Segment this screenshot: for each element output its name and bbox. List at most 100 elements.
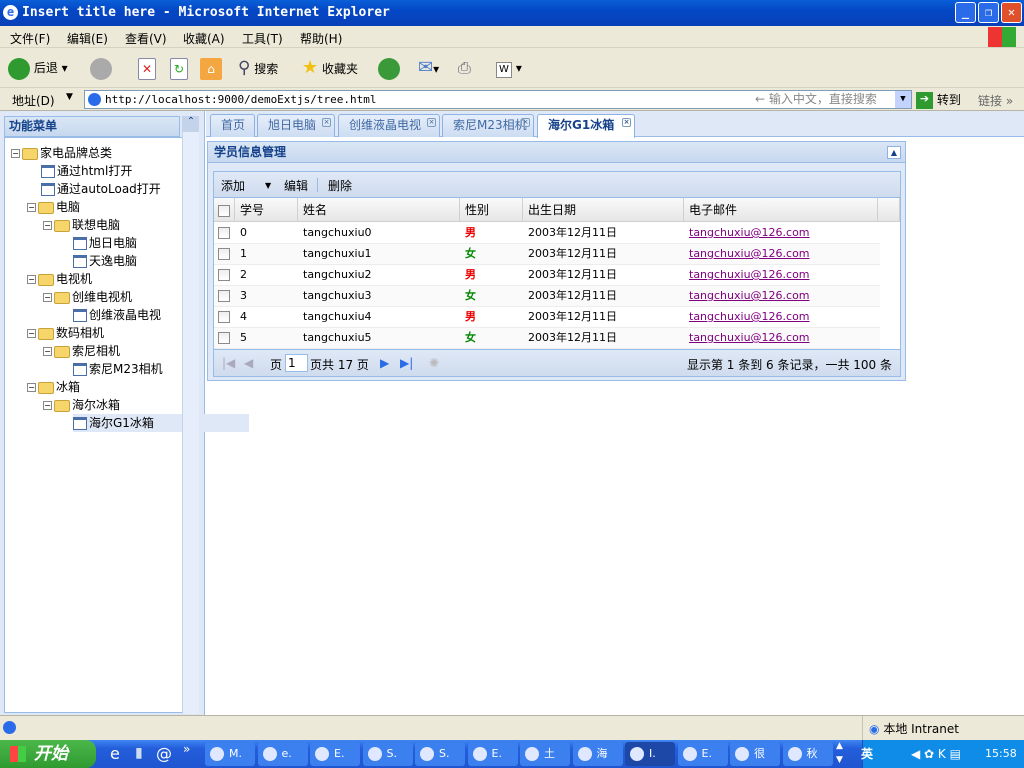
- tab-4[interactable]: 海尔G1冰箱 ×: [537, 114, 635, 138]
- print-button[interactable]: ⎙: [458, 57, 471, 79]
- row-select-cell[interactable]: [214, 307, 235, 328]
- collapse-toggle-icon[interactable]: −: [27, 203, 36, 212]
- last-page-button[interactable]: ▶|: [400, 356, 413, 370]
- tab-0[interactable]: 首页: [210, 114, 255, 137]
- links-button[interactable]: 链接 »: [978, 92, 1013, 109]
- back-button[interactable]: 后退 ▾: [8, 57, 68, 80]
- delete-button[interactable]: 删除: [328, 177, 352, 194]
- column-header-email[interactable]: 电子邮件: [684, 198, 878, 222]
- quicklaunch-more-icon[interactable]: »: [183, 742, 190, 756]
- tree-node[interactable]: − 数码相机: [27, 324, 104, 342]
- column-header-birth[interactable]: 出生日期: [523, 198, 684, 222]
- menu-tools[interactable]: 工具(T): [242, 30, 283, 47]
- table-row[interactable]: 1 tangchuxiu1 女 2003年12月11日 tangchuxiu@126.c…: [214, 244, 880, 265]
- collapse-toggle-icon[interactable]: −: [27, 275, 36, 284]
- collapse-panel-button[interactable]: ▲: [887, 146, 901, 159]
- cell-email[interactable]: tangchuxiu@126.com: [684, 328, 878, 349]
- taskbar-item[interactable]: 秋: [782, 742, 833, 766]
- task-scroll-down[interactable]: ▼: [836, 755, 843, 765]
- collapse-toggle-icon[interactable]: −: [27, 383, 36, 392]
- menu-favorites[interactable]: 收藏(A): [183, 30, 225, 47]
- word-button[interactable]: W ▾: [496, 57, 522, 79]
- quicklaunch-ie-icon[interactable]: e: [110, 744, 120, 763]
- taskbar-item[interactable]: 很: [730, 742, 780, 766]
- go-button[interactable]: ➔ 转到: [916, 91, 961, 109]
- address-dropdown-button[interactable]: ▼: [895, 91, 911, 108]
- tab-1[interactable]: 旭日电脑 ×: [257, 114, 335, 137]
- tab-close-icon[interactable]: ×: [322, 118, 331, 127]
- collapse-toggle-icon[interactable]: −: [11, 149, 20, 158]
- select-all-checkbox[interactable]: [218, 204, 230, 217]
- taskbar-item[interactable]: E.: [310, 742, 360, 766]
- table-row[interactable]: 5 tangchuxiu5 女 2003年12月11日 tangchuxiu@126.c…: [214, 328, 880, 349]
- address-dropdown-arrow[interactable]: ▼: [66, 92, 73, 102]
- cell-email[interactable]: tangchuxiu@126.com: [684, 223, 878, 244]
- edit-button[interactable]: 编辑: [284, 177, 308, 194]
- close-button[interactable]: ✕: [1001, 2, 1022, 23]
- taskbar-item[interactable]: S.: [362, 742, 413, 766]
- first-page-button[interactable]: |◀: [222, 356, 235, 370]
- tab-2[interactable]: 创维液晶电视 ×: [338, 114, 440, 137]
- forward-button[interactable]: [90, 57, 112, 80]
- email-link[interactable]: tangchuxiu@126.com: [689, 268, 810, 281]
- taskbar-item[interactable]: M.: [205, 742, 255, 766]
- row-select-cell[interactable]: [214, 223, 235, 244]
- row-checkbox[interactable]: [218, 332, 230, 344]
- tree-node[interactable]: − 电视机: [27, 270, 92, 288]
- cell-email[interactable]: tangchuxiu@126.com: [684, 307, 878, 328]
- row-checkbox[interactable]: [218, 248, 230, 260]
- collapse-up-icon[interactable]: ⌃: [183, 116, 199, 132]
- taskbar-item[interactable]: E.: [467, 742, 518, 766]
- table-row[interactable]: 2 tangchuxiu2 男 2003年12月11日 tangchuxiu@126.c…: [214, 265, 880, 286]
- stop-button[interactable]: ✕: [138, 57, 156, 80]
- favorites-button[interactable]: ★ 收藏夹: [302, 57, 358, 79]
- quicklaunch-app-icon[interactable]: @: [156, 744, 172, 763]
- collapse-toggle-icon[interactable]: −: [43, 293, 52, 302]
- tree-node[interactable]: − 索尼相机: [43, 342, 120, 360]
- email-link[interactable]: tangchuxiu@126.com: [689, 226, 810, 239]
- row-select-cell[interactable]: [214, 286, 235, 307]
- tree-node[interactable]: − 冰箱: [27, 378, 80, 396]
- prev-page-button[interactable]: ◀: [244, 356, 253, 370]
- menu-help[interactable]: 帮助(H): [300, 30, 342, 47]
- row-select-cell[interactable]: [214, 328, 235, 349]
- quicklaunch-desktop-icon[interactable]: ▮: [135, 745, 143, 761]
- history-button[interactable]: [378, 57, 400, 80]
- cell-email[interactable]: tangchuxiu@126.com: [684, 286, 878, 307]
- column-header-id[interactable]: 学号: [235, 198, 298, 222]
- tree-node[interactable]: 天逸电脑: [73, 252, 137, 270]
- collapse-toggle-icon[interactable]: −: [27, 329, 36, 338]
- email-link[interactable]: tangchuxiu@126.com: [689, 331, 810, 344]
- address-input[interactable]: http://localhost:9000/demoExtjs/tree.htm…: [84, 90, 912, 109]
- collapse-toggle-icon[interactable]: −: [43, 221, 52, 230]
- email-link[interactable]: tangchuxiu@126.com: [689, 247, 810, 260]
- tree-node[interactable]: − 家电品牌总类: [11, 144, 112, 162]
- row-checkbox[interactable]: [218, 311, 230, 323]
- tab-close-icon[interactable]: ×: [427, 118, 436, 127]
- tab-close-icon[interactable]: ×: [622, 118, 631, 127]
- email-link[interactable]: tangchuxiu@126.com: [689, 310, 810, 323]
- menu-edit[interactable]: 编辑(E): [67, 30, 108, 47]
- tree-node[interactable]: 索尼M23相机: [73, 360, 163, 378]
- restore-button[interactable]: ❐: [978, 2, 999, 23]
- minimize-button[interactable]: _: [955, 2, 976, 23]
- row-checkbox[interactable]: [218, 227, 230, 239]
- email-link[interactable]: tangchuxiu@126.com: [689, 289, 810, 302]
- tray-icons[interactable]: ◀ ✿ K ▤: [911, 740, 961, 768]
- menu-file[interactable]: 文件(F): [10, 30, 50, 47]
- row-select-cell[interactable]: [214, 244, 235, 265]
- row-checkbox[interactable]: [218, 269, 230, 281]
- mail-button[interactable]: ✉▾: [418, 57, 439, 79]
- refresh-grid-icon[interactable]: ✺: [429, 356, 439, 370]
- next-page-button[interactable]: ▶: [380, 356, 389, 370]
- taskbar-item[interactable]: E.: [677, 742, 728, 766]
- search-button[interactable]: ⚲ 搜索: [238, 57, 278, 79]
- row-select-cell[interactable]: [214, 265, 235, 286]
- tree-node[interactable]: − 海尔冰箱: [43, 396, 120, 414]
- column-header-gender[interactable]: 性别: [460, 198, 523, 222]
- add-button[interactable]: 添加: [221, 177, 245, 194]
- select-all-header[interactable]: [214, 198, 235, 222]
- collapse-toggle-icon[interactable]: −: [43, 347, 52, 356]
- start-button[interactable]: 开始: [0, 740, 96, 768]
- taskbar-item[interactable]: S.: [415, 742, 465, 766]
